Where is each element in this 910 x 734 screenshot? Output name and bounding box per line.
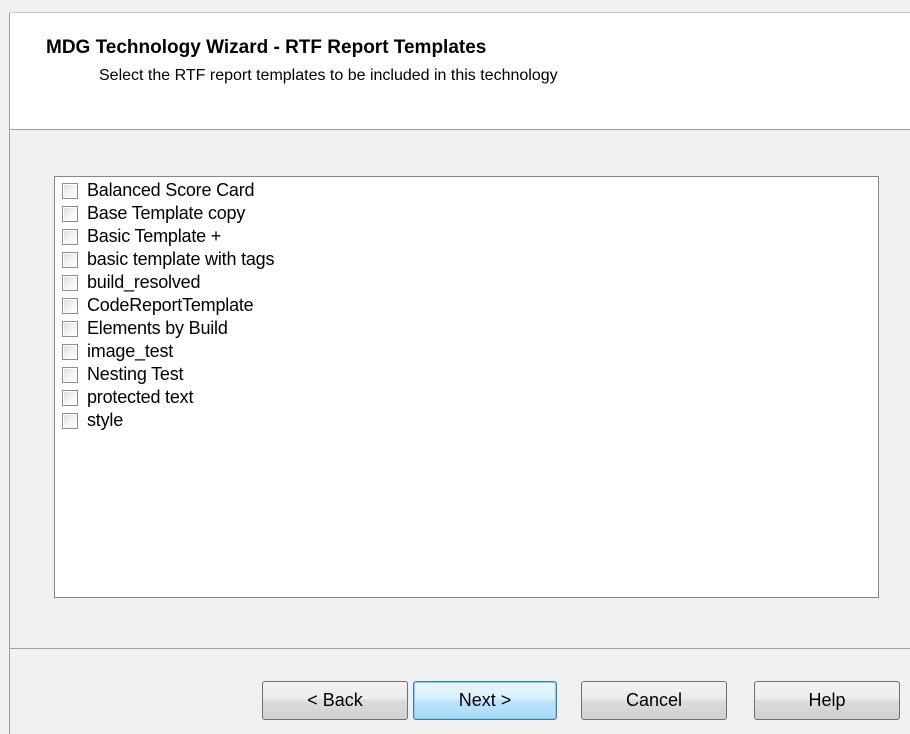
list-item-label: basic template with tags <box>87 249 275 269</box>
checkbox[interactable] <box>62 320 78 337</box>
list-item[interactable]: image_test <box>62 340 173 363</box>
list-item-label: Nesting Test <box>87 364 184 384</box>
back-button[interactable]: < Back <box>262 681 408 720</box>
list-item-label: Elements by Build <box>87 318 228 338</box>
template-checklist[interactable]: Balanced Score Card Base Template copy B… <box>54 176 879 598</box>
list-item-label: protected text <box>87 387 194 407</box>
list-item[interactable]: build_resolved <box>62 271 200 294</box>
list-item[interactable]: protected text <box>62 386 193 409</box>
checkbox[interactable] <box>62 228 78 245</box>
checkbox[interactable] <box>62 274 78 291</box>
cancel-button[interactable]: Cancel <box>581 681 727 720</box>
checkbox[interactable] <box>62 366 78 383</box>
checkbox[interactable] <box>62 297 78 314</box>
checkbox[interactable] <box>62 412 78 429</box>
checkbox[interactable] <box>62 251 78 268</box>
checkbox[interactable] <box>62 205 78 222</box>
list-item-label: style <box>87 410 124 430</box>
wizard-dialog: MDG Technology Wizard - RTF Report Templ… <box>0 0 910 734</box>
list-item[interactable]: CodeReportTemplate <box>62 294 254 317</box>
list-item-label: Basic Template + <box>87 226 222 246</box>
list-item-label: CodeReportTemplate <box>87 295 254 315</box>
checkbox[interactable] <box>62 389 78 406</box>
list-item-label: Base Template copy <box>87 203 246 223</box>
help-button[interactable]: Help <box>754 681 900 720</box>
checkbox[interactable] <box>62 182 78 199</box>
next-button[interactable]: Next > <box>413 681 557 720</box>
list-item[interactable]: Nesting Test <box>62 363 184 386</box>
page-subtitle: Select the RTF report templates to be in… <box>99 67 558 84</box>
list-item[interactable]: Elements by Build <box>62 317 228 340</box>
header-divider <box>10 129 910 130</box>
page-title: MDG Technology Wizard - RTF Report Templ… <box>46 37 487 58</box>
list-item-label: image_test <box>87 341 174 361</box>
list-item-label: Balanced Score Card <box>87 180 255 200</box>
checkbox[interactable] <box>62 343 78 360</box>
list-item[interactable]: Basic Template + <box>62 225 221 248</box>
list-item-label: build_resolved <box>87 272 201 292</box>
list-item[interactable]: style <box>62 409 123 432</box>
list-item[interactable]: basic template with tags <box>62 248 274 271</box>
list-item[interactable]: Base Template copy <box>62 202 245 225</box>
footer-divider <box>10 648 910 649</box>
list-item[interactable]: Balanced Score Card <box>62 179 254 202</box>
